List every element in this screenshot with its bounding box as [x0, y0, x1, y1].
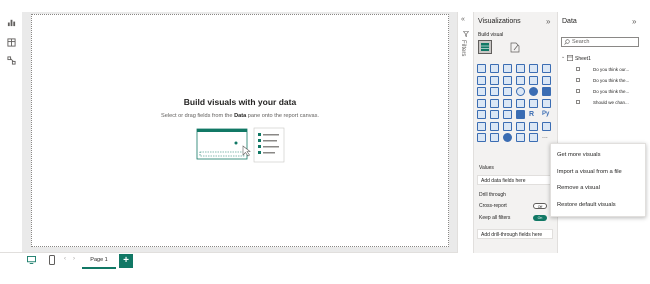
filter-icon — [463, 31, 469, 37]
key-influencers-icon[interactable] — [477, 121, 486, 131]
mobile-layout-icon[interactable] — [49, 255, 55, 265]
page-tab-1[interactable]: Page 1 — [82, 253, 116, 269]
cross-report-toggle[interactable]: Off — [533, 203, 547, 209]
card-icon[interactable] — [529, 98, 538, 108]
chevron-double-right-icon[interactable]: » — [632, 17, 636, 26]
treemap-icon[interactable] — [542, 87, 551, 96]
build-visual-tab[interactable] — [478, 40, 492, 54]
table-view-icon[interactable] — [7, 38, 16, 47]
field-item[interactable]: Should we chan... — [593, 100, 629, 105]
data-search-input[interactable]: Search — [561, 37, 639, 47]
clustered-column-chart-icon[interactable] — [516, 64, 525, 73]
azure-map-icon[interactable] — [503, 98, 512, 108]
multi-row-card-icon[interactable] — [542, 98, 551, 108]
field-checkbox[interactable] — [576, 67, 580, 71]
qa-visual-icon[interactable] — [503, 121, 512, 131]
matrix-icon[interactable] — [516, 110, 525, 119]
r-script-visual-icon[interactable]: R — [529, 110, 538, 119]
table-grid-icon — [481, 43, 489, 51]
field-checkbox[interactable] — [576, 78, 580, 82]
line-chart-icon[interactable] — [477, 75, 486, 85]
visualizations-pane: Visualizations » Build visual R Py ... V… — [473, 12, 558, 253]
gauge-icon[interactable] — [516, 98, 525, 108]
build-visual-label: Build visual — [478, 32, 504, 38]
chevron-visual-icon[interactable] — [529, 133, 538, 142]
field-item[interactable]: Do you think the... — [593, 89, 629, 94]
menu-item-remove-visual[interactable]: Remove a visual — [557, 185, 600, 191]
desktop-layout-icon[interactable] — [27, 256, 36, 264]
menu-item-restore-defaults[interactable]: Restore default visuals — [557, 202, 616, 208]
arcgis-map-icon[interactable] — [503, 133, 512, 142]
area-chart-icon[interactable] — [490, 75, 499, 85]
pie-chart-icon[interactable] — [516, 87, 525, 96]
add-page-button[interactable]: + — [119, 254, 133, 268]
drill-through-label: Drill through — [479, 192, 506, 198]
field-item[interactable]: Do you think the... — [593, 78, 629, 83]
paginated-report-icon[interactable] — [542, 121, 551, 131]
filled-map-icon[interactable] — [490, 98, 499, 108]
field-item[interactable]: Do you think our... — [593, 67, 629, 72]
model-view-icon[interactable] — [7, 56, 16, 65]
line-and-clustered-column-icon[interactable] — [529, 75, 538, 85]
ribbon-chart-icon[interactable] — [542, 75, 551, 85]
diamond-visual-icon[interactable] — [516, 133, 525, 142]
waterfall-chart-icon[interactable] — [477, 87, 486, 96]
subtitle-text: Select or drag fields from the — [161, 113, 235, 119]
funnel-chart-icon[interactable] — [490, 87, 499, 96]
decomposition-tree-icon[interactable] — [490, 121, 499, 131]
report-view-icon[interactable] — [7, 18, 16, 27]
format-visual-icon[interactable] — [510, 42, 520, 53]
field-checkbox[interactable] — [576, 100, 580, 104]
kpi-icon[interactable] — [477, 110, 486, 119]
stacked-bar-chart-icon[interactable] — [477, 64, 486, 73]
line-and-column-chart-icon[interactable] — [516, 75, 525, 85]
100-stacked-bar-chart-icon[interactable] — [529, 64, 538, 73]
filters-pane-collapsed[interactable]: « Filters — [457, 12, 474, 253]
power-apps-icon[interactable] — [477, 133, 486, 142]
values-label: Values — [479, 165, 494, 171]
more-visuals-menu: Get more visuals Import a visual from a … — [550, 143, 646, 217]
drill-through-well[interactable]: Add drill-through fields here — [477, 229, 553, 239]
canvas-title: Build visuals with your data — [183, 97, 297, 107]
smart-narrative-icon[interactable] — [516, 121, 525, 131]
values-well[interactable]: Add data fields here — [477, 175, 553, 185]
chevron-double-left-icon[interactable]: « — [461, 16, 465, 23]
map-icon[interactable] — [477, 98, 486, 108]
keep-all-filters-label: Keep all filters — [479, 215, 511, 221]
subtitle-text-end: pane onto the report canvas. — [246, 113, 319, 119]
view-rail — [0, 12, 23, 252]
report-canvas[interactable]: Build visuals with your data Select or d… — [31, 14, 449, 247]
filters-label: Filters — [460, 40, 466, 57]
cross-report-label: Cross-report — [479, 203, 507, 209]
chevron-right-icon[interactable]: › — [73, 256, 75, 262]
donut-chart-icon[interactable] — [529, 87, 538, 96]
visual-type-gallery: R Py ... — [477, 64, 555, 145]
power-automate-icon[interactable] — [490, 133, 499, 142]
python-visual-icon[interactable]: Py — [542, 110, 551, 119]
field-checkbox[interactable] — [576, 89, 580, 93]
goals-icon[interactable] — [529, 121, 538, 131]
chevron-left-icon[interactable]: ‹ — [64, 256, 66, 262]
stacked-area-chart-icon[interactable] — [503, 75, 512, 85]
stacked-column-chart-icon[interactable] — [490, 64, 499, 73]
subtitle-data-word: Data — [234, 113, 247, 119]
canvas-subtitle: Select or drag fields from the Data pane… — [32, 113, 448, 119]
table-icon — [567, 55, 573, 61]
100-stacked-column-chart-icon[interactable] — [542, 64, 551, 73]
menu-item-import-visual[interactable]: Import a visual from a file — [557, 169, 622, 175]
table-icon[interactable] — [503, 110, 512, 119]
scatter-chart-icon[interactable] — [503, 87, 512, 96]
chevron-double-right-icon[interactable]: » — [546, 17, 550, 26]
keep-all-filters-toggle[interactable]: On — [533, 215, 547, 221]
search-icon — [564, 39, 570, 45]
slicer-icon[interactable] — [490, 110, 499, 119]
clustered-bar-chart-icon[interactable] — [503, 64, 512, 73]
build-visual-illustration — [196, 127, 285, 163]
table-name[interactable]: Sheet1 — [575, 56, 591, 62]
visualizations-title: Visualizations — [478, 18, 521, 25]
chevron-down-icon[interactable]: ⌄ — [561, 54, 565, 60]
data-title: Data — [562, 18, 577, 25]
menu-item-get-more-visuals[interactable]: Get more visuals — [557, 152, 601, 158]
